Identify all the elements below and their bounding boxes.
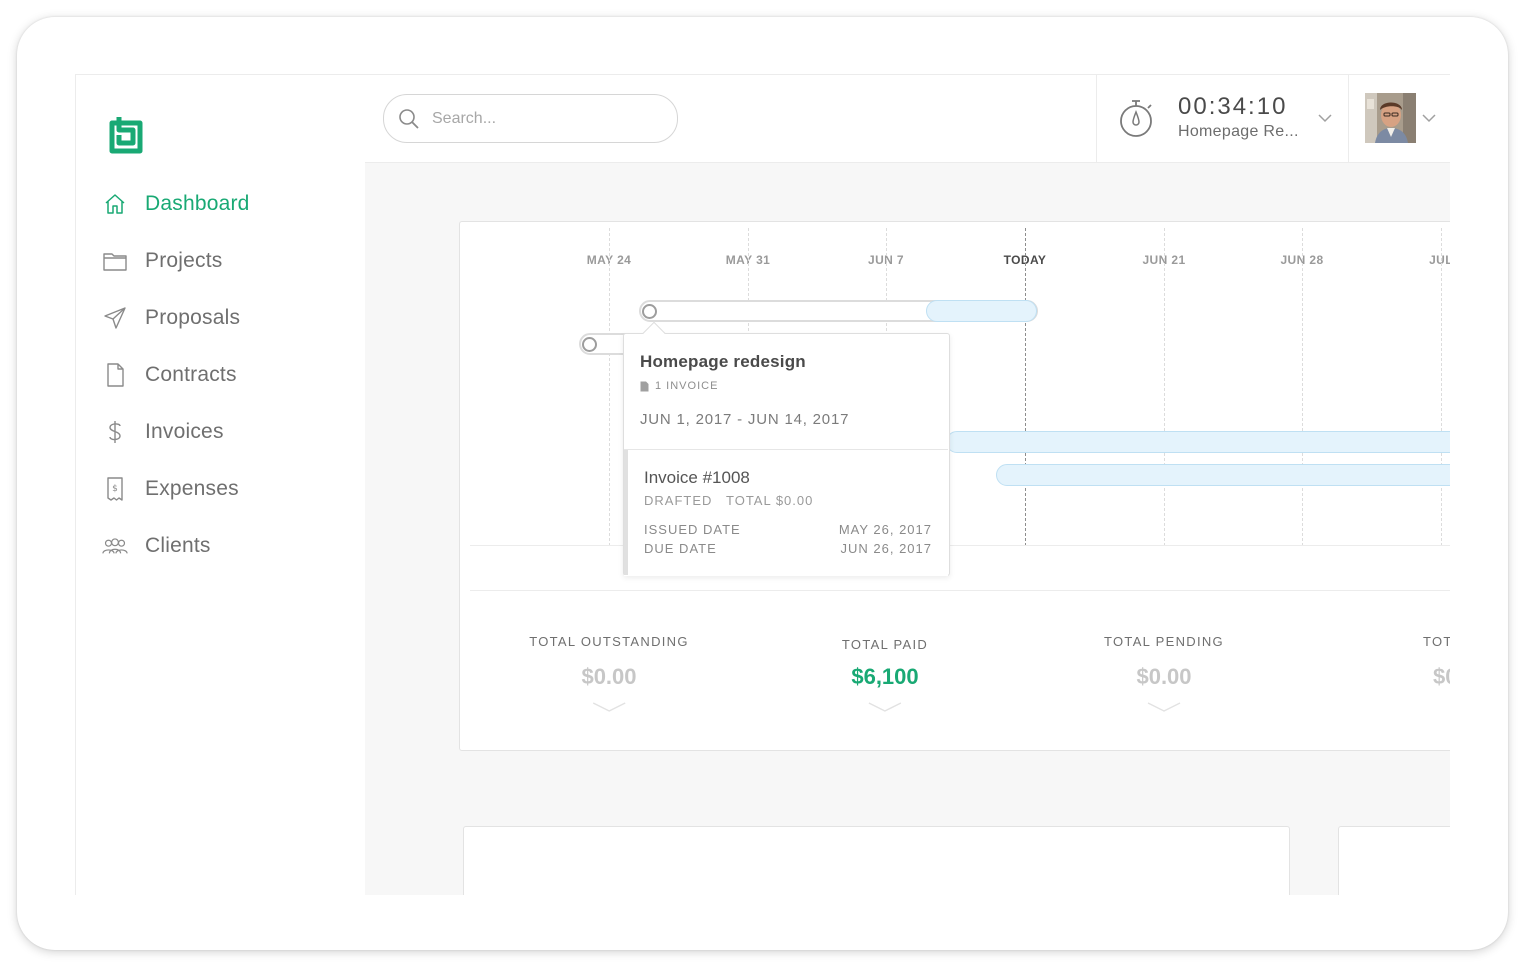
issued-date-value: MAY 26, 2017 <box>838 522 932 537</box>
dollar-icon <box>102 419 128 445</box>
document-icon <box>640 381 649 391</box>
sidebar-item-expenses[interactable]: $ Expenses <box>102 473 239 505</box>
total-outstanding[interactable]: TOTAL OUTSTANDING $0.00 <box>529 634 689 712</box>
invoice-status-label: DRAFTED <box>644 493 713 508</box>
invoice-count-label: 1 INVOICE <box>655 380 719 392</box>
divider <box>470 590 1450 591</box>
invoice-number[interactable]: Invoice #1008 <box>644 468 750 488</box>
due-date-value: JUN 26, 2017 <box>840 541 932 556</box>
timer-elapsed: 00:34:10 <box>1178 93 1288 120</box>
app-window: Dashboard Projects Proposals Contracts I… <box>75 74 1450 895</box>
sidebar-item-dashboard[interactable]: Dashboard <box>102 188 250 220</box>
sidebar: Dashboard Projects Proposals Contracts I… <box>76 75 365 895</box>
sidebar-item-label: Dashboard <box>145 192 250 215</box>
timeline-today-line <box>1025 228 1026 546</box>
search-box[interactable] <box>383 94 678 143</box>
time-tracker[interactable]: 00:34:10 Homepage Re... <box>1096 75 1349 162</box>
timer-project: Homepage Re... <box>1178 123 1299 140</box>
sidebar-item-label: Expenses <box>145 477 239 500</box>
sidebar-item-label: Proposals <box>145 306 241 329</box>
chevron-down-icon[interactable] <box>868 702 902 712</box>
total-value: $0.00 <box>581 664 637 689</box>
timeline-date-label: JUL <box>1429 253 1450 267</box>
top-bar: 00:34:10 Homepage Re... <box>365 75 1450 163</box>
project-popover[interactable]: Homepage redesign 1 INVOICE JUN 1, 2017 … <box>623 321 950 576</box>
popover-invoice-count: 1 INVOICE <box>640 380 718 392</box>
invoice-status-accent <box>624 450 628 575</box>
avatar[interactable] <box>1365 93 1416 143</box>
widget-card <box>1338 826 1450 895</box>
project-bar-start-marker[interactable] <box>642 304 657 319</box>
folder-icon <box>102 248 128 274</box>
total-label: TOTAL OUTSTANDING <box>529 634 689 649</box>
total-other[interactable]: TOTAL $0.( <box>1423 634 1450 690</box>
timeline-gridline <box>1302 228 1303 546</box>
home-icon <box>102 191 128 217</box>
total-value: $0.( <box>1433 664 1450 689</box>
total-value: $6,100 <box>851 664 919 689</box>
invoice-summary[interactable]: Invoice #1008 DRAFTED TOTAL $0.00 ISSUED… <box>624 449 948 576</box>
popover-arrow <box>642 321 666 345</box>
search-input[interactable] <box>430 108 654 129</box>
total-label: TOTAL PENDING <box>1104 634 1224 649</box>
document-icon <box>102 362 128 388</box>
invoice-due-row: DUE DATE JUN 26, 2017 <box>644 541 932 556</box>
brand-logo-icon[interactable] <box>104 111 148 155</box>
users-icon <box>102 533 128 559</box>
divider <box>470 545 1450 546</box>
total-pending[interactable]: TOTAL PENDING $0.00 <box>1104 634 1224 712</box>
svg-text:$: $ <box>112 484 118 494</box>
sidebar-item-projects[interactable]: Projects <box>102 245 222 277</box>
timeline-gridline <box>1164 228 1165 546</box>
invoice-total: TOTAL $0.00 <box>726 493 814 508</box>
project-bar-progress[interactable] <box>926 300 1037 322</box>
issued-date-label: ISSUED DATE <box>644 522 741 537</box>
sidebar-item-clients[interactable]: Clients <box>102 530 211 562</box>
project-bar-start-marker[interactable] <box>582 337 597 352</box>
chevron-down-icon[interactable] <box>1422 114 1436 123</box>
sidebar-item-proposals[interactable]: Proposals <box>102 302 240 334</box>
total-value: $0.00 <box>1136 664 1192 689</box>
sidebar-item-label: Invoices <box>145 420 224 443</box>
chevron-down-icon[interactable] <box>1147 702 1181 712</box>
total-label: TOTAL <box>1423 634 1450 649</box>
sidebar-item-label: Projects <box>145 249 223 272</box>
sidebar-item-invoices[interactable]: Invoices <box>102 416 224 448</box>
stopwatch-icon <box>1120 100 1152 137</box>
popover-date-range: JUN 1, 2017 - JUN 14, 2017 <box>640 411 850 428</box>
sidebar-item-label: Clients <box>145 534 211 557</box>
timeline-gridline <box>1441 228 1442 546</box>
invoice-issued-row: ISSUED DATE MAY 26, 2017 <box>644 522 932 537</box>
total-label: TOTAL PAID <box>841 637 929 652</box>
timeline-gridline <box>609 228 610 546</box>
chevron-down-icon[interactable] <box>1317 113 1333 123</box>
due-date-label: DUE DATE <box>644 541 717 556</box>
sidebar-item-contracts[interactable]: Contracts <box>102 359 237 391</box>
paper-plane-icon <box>102 305 128 331</box>
project-bar-progress[interactable] <box>946 431 1450 453</box>
popover-title: Homepage redesign <box>640 352 806 371</box>
sidebar-item-label: Contracts <box>145 363 237 386</box>
chevron-down-icon[interactable] <box>592 702 626 712</box>
project-bar-progress[interactable] <box>996 464 1450 486</box>
receipt-icon: $ <box>102 476 128 502</box>
timeline-card: MAY 24 MAY 31 JUN 7 TODAY JUN 21 JUN 28 … <box>459 221 1450 751</box>
total-paid[interactable]: TOTAL PAID $6,100 <box>842 637 928 712</box>
search-icon <box>399 108 419 129</box>
invoice-status: DRAFTED TOTAL $0.00 <box>644 493 813 508</box>
widget-card <box>463 826 1290 895</box>
